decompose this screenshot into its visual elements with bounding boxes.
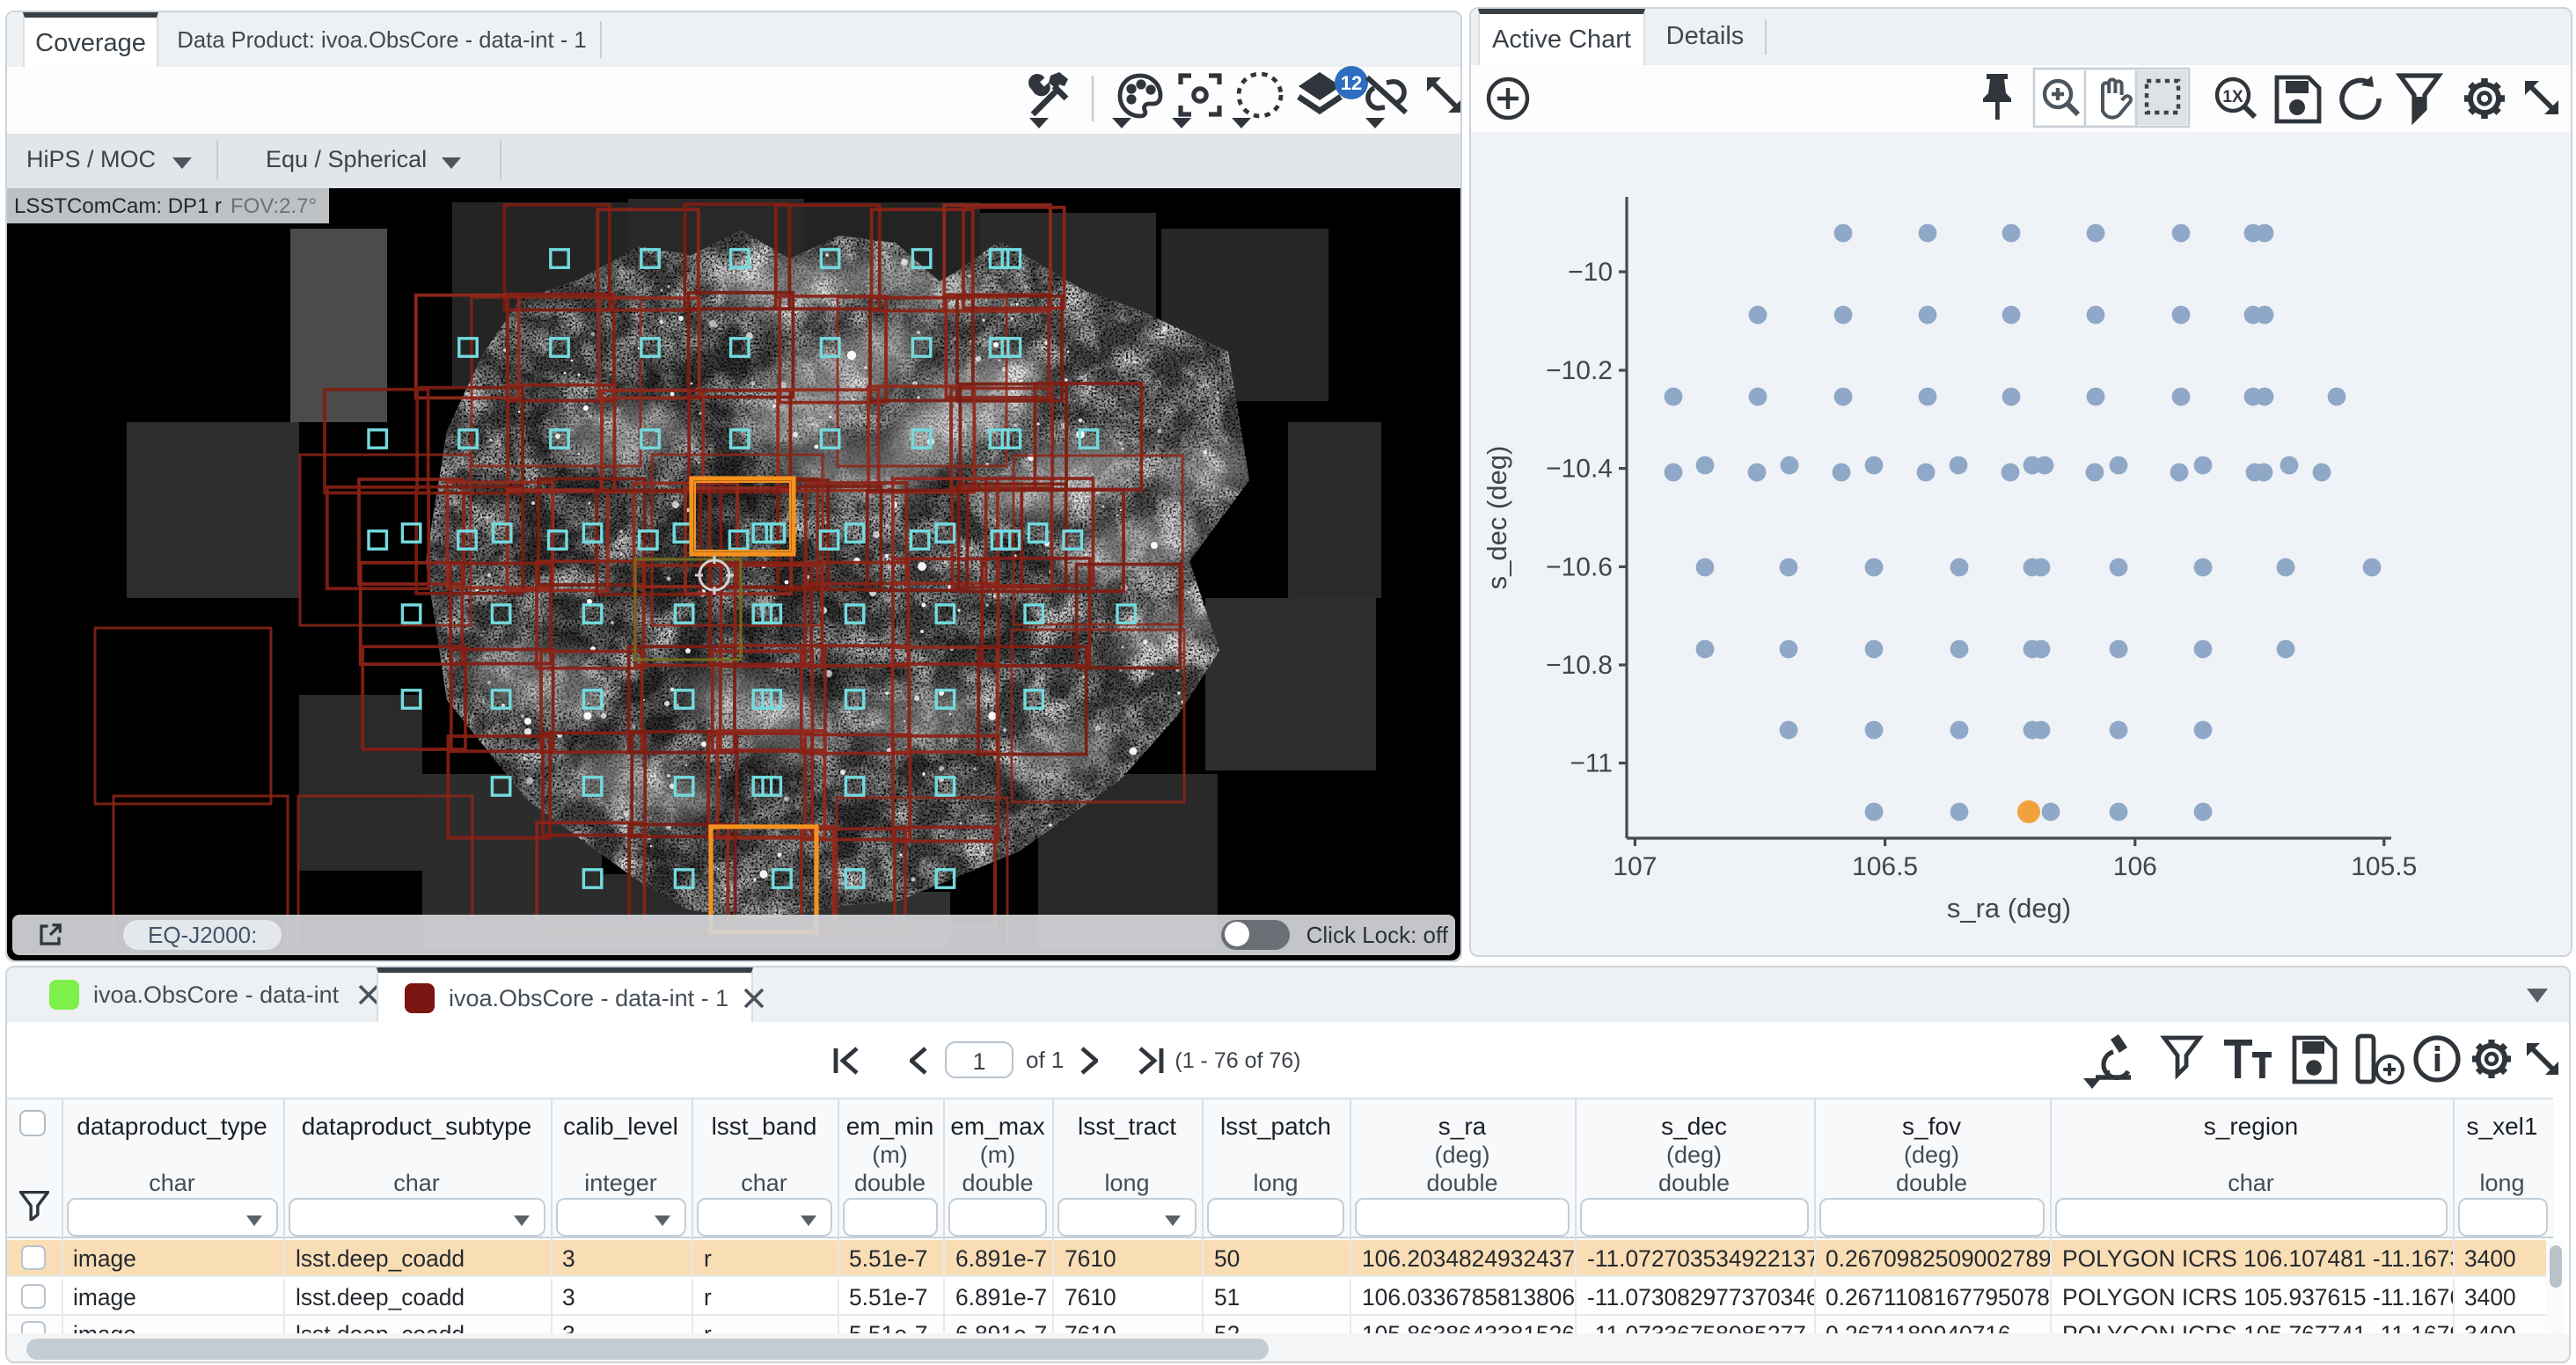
svg-text:106: 106 xyxy=(2113,852,2157,881)
svg-text:1X: 1X xyxy=(2222,88,2243,106)
svg-text:12: 12 xyxy=(1341,72,1362,94)
svg-text:s_ra (deg): s_ra (deg) xyxy=(1947,893,2071,923)
svg-text:−11: −11 xyxy=(1570,749,1613,778)
svg-text:106.5: 106.5 xyxy=(1852,852,1918,881)
svg-text:−10.4: −10.4 xyxy=(1546,455,1613,484)
svg-text:105.5: 105.5 xyxy=(2351,852,2417,881)
svg-text:−10.6: −10.6 xyxy=(1546,552,1613,581)
svg-text:−10: −10 xyxy=(1568,258,1613,287)
svg-text:107: 107 xyxy=(1613,852,1657,881)
svg-text:−10.2: −10.2 xyxy=(1546,356,1613,385)
svg-text:s_dec (deg): s_dec (deg) xyxy=(1482,446,1512,590)
svg-text:−10.8: −10.8 xyxy=(1546,651,1613,680)
